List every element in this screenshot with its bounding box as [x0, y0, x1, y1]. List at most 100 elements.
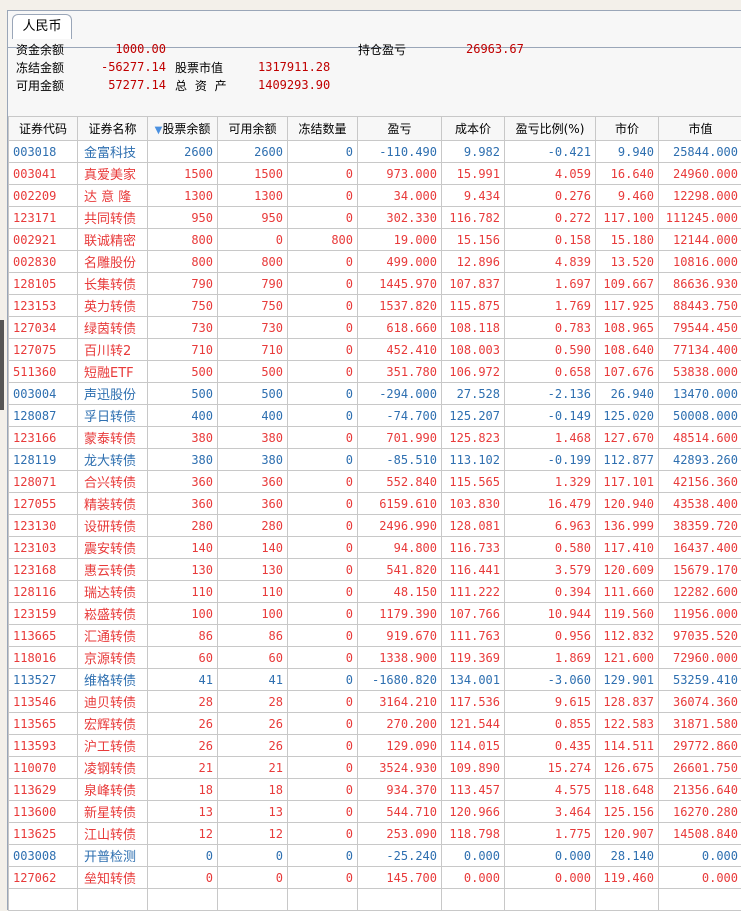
table-row[interactable]: 113625江山转债12120253.090118.7981.775120.90… — [9, 823, 741, 845]
cell-pnl: 1445.970 — [358, 273, 442, 295]
column-header-market-price[interactable]: 市价 — [596, 117, 659, 141]
table-row[interactable]: 511360短融ETF5005000351.780106.9720.658107… — [9, 361, 741, 383]
cell-available-balance: 86 — [218, 625, 288, 647]
cell-name: 英力转债 — [78, 295, 148, 317]
cell-cost-price: 108.118 — [442, 317, 505, 339]
table-row[interactable]: 113593沪工转债26260129.090114.0150.435114.51… — [9, 735, 741, 757]
table-row[interactable]: 113629泉峰转债18180934.370113.4574.575118.64… — [9, 779, 741, 801]
column-header-stock-balance[interactable]: ▼股票余额 — [148, 117, 218, 141]
column-header-market-value[interactable]: 市值 — [659, 117, 741, 141]
column-header-cost-price[interactable]: 成本价 — [442, 117, 505, 141]
cell-frozen-qty: 0 — [288, 757, 358, 779]
table-row[interactable]: 128119龙大转债3803800-85.510113.102-0.199112… — [9, 449, 741, 471]
cell-frozen-qty: 0 — [288, 801, 358, 823]
cell-pnl-ratio: 1.775 — [505, 823, 596, 845]
column-header-pnl[interactable]: 盈亏 — [358, 117, 442, 141]
table-row[interactable]: 110070凌钢转债212103524.930109.89015.274126.… — [9, 757, 741, 779]
cell-code: 128105 — [9, 273, 78, 295]
table-row[interactable]: 003041真爱美家150015000973.00015.9914.05916.… — [9, 163, 741, 185]
table-row[interactable]: 118016京源转债606001338.900119.3691.869121.6… — [9, 647, 741, 669]
table-row[interactable]: 123130设研转债28028002496.990128.0816.963136… — [9, 515, 741, 537]
cell-name: 泉峰转债 — [78, 779, 148, 801]
cell-pnl: 1179.390 — [358, 603, 442, 625]
table-row[interactable]: 003018金富科技260026000-110.4909.982-0.4219.… — [9, 141, 741, 163]
column-header-label: 可用余额 — [228, 122, 276, 136]
table-row[interactable]: 127055精装转债36036006159.610103.83016.47912… — [9, 493, 741, 515]
column-header-code[interactable]: 证券代码 — [9, 117, 78, 141]
table-row[interactable]: 123153英力转债75075001537.820115.8751.769117… — [9, 295, 741, 317]
cell-available-balance: 130 — [218, 559, 288, 581]
table-row[interactable]: 002209达 意 隆13001300034.0009.4340.2769.46… — [9, 185, 741, 207]
cell-name: 迪贝转债 — [78, 691, 148, 713]
cell-market-price: 9.940 — [596, 141, 659, 163]
cell-pnl-ratio: 0.580 — [505, 537, 596, 559]
column-header-frozen-qty[interactable]: 冻结数量 — [288, 117, 358, 141]
column-header-label: 盈亏比例(%) — [516, 122, 585, 136]
cell-market-price: 136.999 — [596, 515, 659, 537]
table-row[interactable]: 123166蒙泰转债3803800701.990125.8231.468127.… — [9, 427, 741, 449]
cell-code: 003008 — [9, 845, 78, 867]
empty-cell — [218, 889, 288, 911]
table-row[interactable]: 127075百川转27107100452.410108.0030.590108.… — [9, 339, 741, 361]
table-row[interactable]: 113546迪贝转债282803164.210117.5369.615128.8… — [9, 691, 741, 713]
cell-cost-price: 113.102 — [442, 449, 505, 471]
cell-name: 崧盛转债 — [78, 603, 148, 625]
column-header-name[interactable]: 证券名称 — [78, 117, 148, 141]
table-row[interactable]: 128087孚日转债4004000-74.700125.207-0.149125… — [9, 405, 741, 427]
cell-market-value: 86636.930 — [659, 273, 741, 295]
cell-cost-price: 114.015 — [442, 735, 505, 757]
table-row[interactable]: 123103震安转债140140094.800116.7330.580117.4… — [9, 537, 741, 559]
splitter-handle[interactable] — [0, 320, 4, 410]
cell-stock-balance: 130 — [148, 559, 218, 581]
empty-cell — [659, 889, 741, 911]
cell-code: 128119 — [9, 449, 78, 471]
table-row[interactable]: 113665汇通转债86860919.670111.7630.956112.83… — [9, 625, 741, 647]
cell-market-price: 117.925 — [596, 295, 659, 317]
table-row[interactable]: 123159崧盛转债10010001179.390107.76610.94411… — [9, 603, 741, 625]
cell-frozen-qty: 0 — [288, 493, 358, 515]
cell-frozen-qty: 0 — [288, 537, 358, 559]
cell-pnl-ratio: 0.956 — [505, 625, 596, 647]
cell-pnl: -74.700 — [358, 405, 442, 427]
cell-market-value: 53259.410 — [659, 669, 741, 691]
table-row[interactable]: 128105长集转债79079001445.970107.8371.697109… — [9, 273, 741, 295]
cell-code: 128116 — [9, 581, 78, 603]
column-header-available-balance[interactable]: 可用余额 — [218, 117, 288, 141]
table-row[interactable]: 123168惠云转债1301300541.820116.4413.579120.… — [9, 559, 741, 581]
table-row[interactable]: 002921联诚精密800080019.00015.1560.15815.180… — [9, 229, 741, 251]
table-row[interactable]: 113565宏辉转债26260270.200121.5440.855122.58… — [9, 713, 741, 735]
cell-market-value: 13470.000 — [659, 383, 741, 405]
table-row[interactable]: 003008开普检测000-25.2400.0000.00028.1400.00… — [9, 845, 741, 867]
cell-cost-price: 134.001 — [442, 669, 505, 691]
cell-code: 003018 — [9, 141, 78, 163]
cell-code: 128087 — [9, 405, 78, 427]
column-header-label: 证券代码 — [19, 122, 67, 136]
cell-frozen-qty: 0 — [288, 163, 358, 185]
cell-market-price: 120.907 — [596, 823, 659, 845]
empty-cell — [505, 889, 596, 911]
cell-stock-balance: 400 — [148, 405, 218, 427]
table-row[interactable]: 128071合兴转债3603600552.840115.5651.329117.… — [9, 471, 741, 493]
cell-market-value: 97035.520 — [659, 625, 741, 647]
cell-market-value: 31871.580 — [659, 713, 741, 735]
empty-cell — [596, 889, 659, 911]
cell-stock-balance: 730 — [148, 317, 218, 339]
table-row[interactable]: 127034绿茵转债7307300618.660108.1180.783108.… — [9, 317, 741, 339]
table-row[interactable]: 003004声迅股份5005000-294.00027.528-2.13626.… — [9, 383, 741, 405]
cell-name: 长集转债 — [78, 273, 148, 295]
cell-name: 金富科技 — [78, 141, 148, 163]
table-row[interactable]: 002830名雕股份8008000499.00012.8964.83913.52… — [9, 251, 741, 273]
table-row[interactable]: 127062垒知转债000145.7000.0000.000119.4600.0… — [9, 867, 741, 889]
table-row[interactable]: 113527维格转债41410-1680.820134.001-3.060129… — [9, 669, 741, 691]
table-row[interactable]: 123171共同转债9509500302.330116.7820.272117.… — [9, 207, 741, 229]
column-header-pnl-ratio[interactable]: 盈亏比例(%) — [505, 117, 596, 141]
column-header-label: 股票余额 — [162, 122, 210, 136]
cell-available-balance: 950 — [218, 207, 288, 229]
cell-pnl: 48.150 — [358, 581, 442, 603]
tab-rmb[interactable]: 人民币 — [12, 14, 72, 39]
table-row[interactable]: 128116瑞达转债110110048.150111.2220.394111.6… — [9, 581, 741, 603]
cell-stock-balance: 500 — [148, 383, 218, 405]
cell-available-balance: 360 — [218, 471, 288, 493]
table-row[interactable]: 113600新星转债13130544.710120.9663.464125.15… — [9, 801, 741, 823]
cell-cost-price: 109.890 — [442, 757, 505, 779]
